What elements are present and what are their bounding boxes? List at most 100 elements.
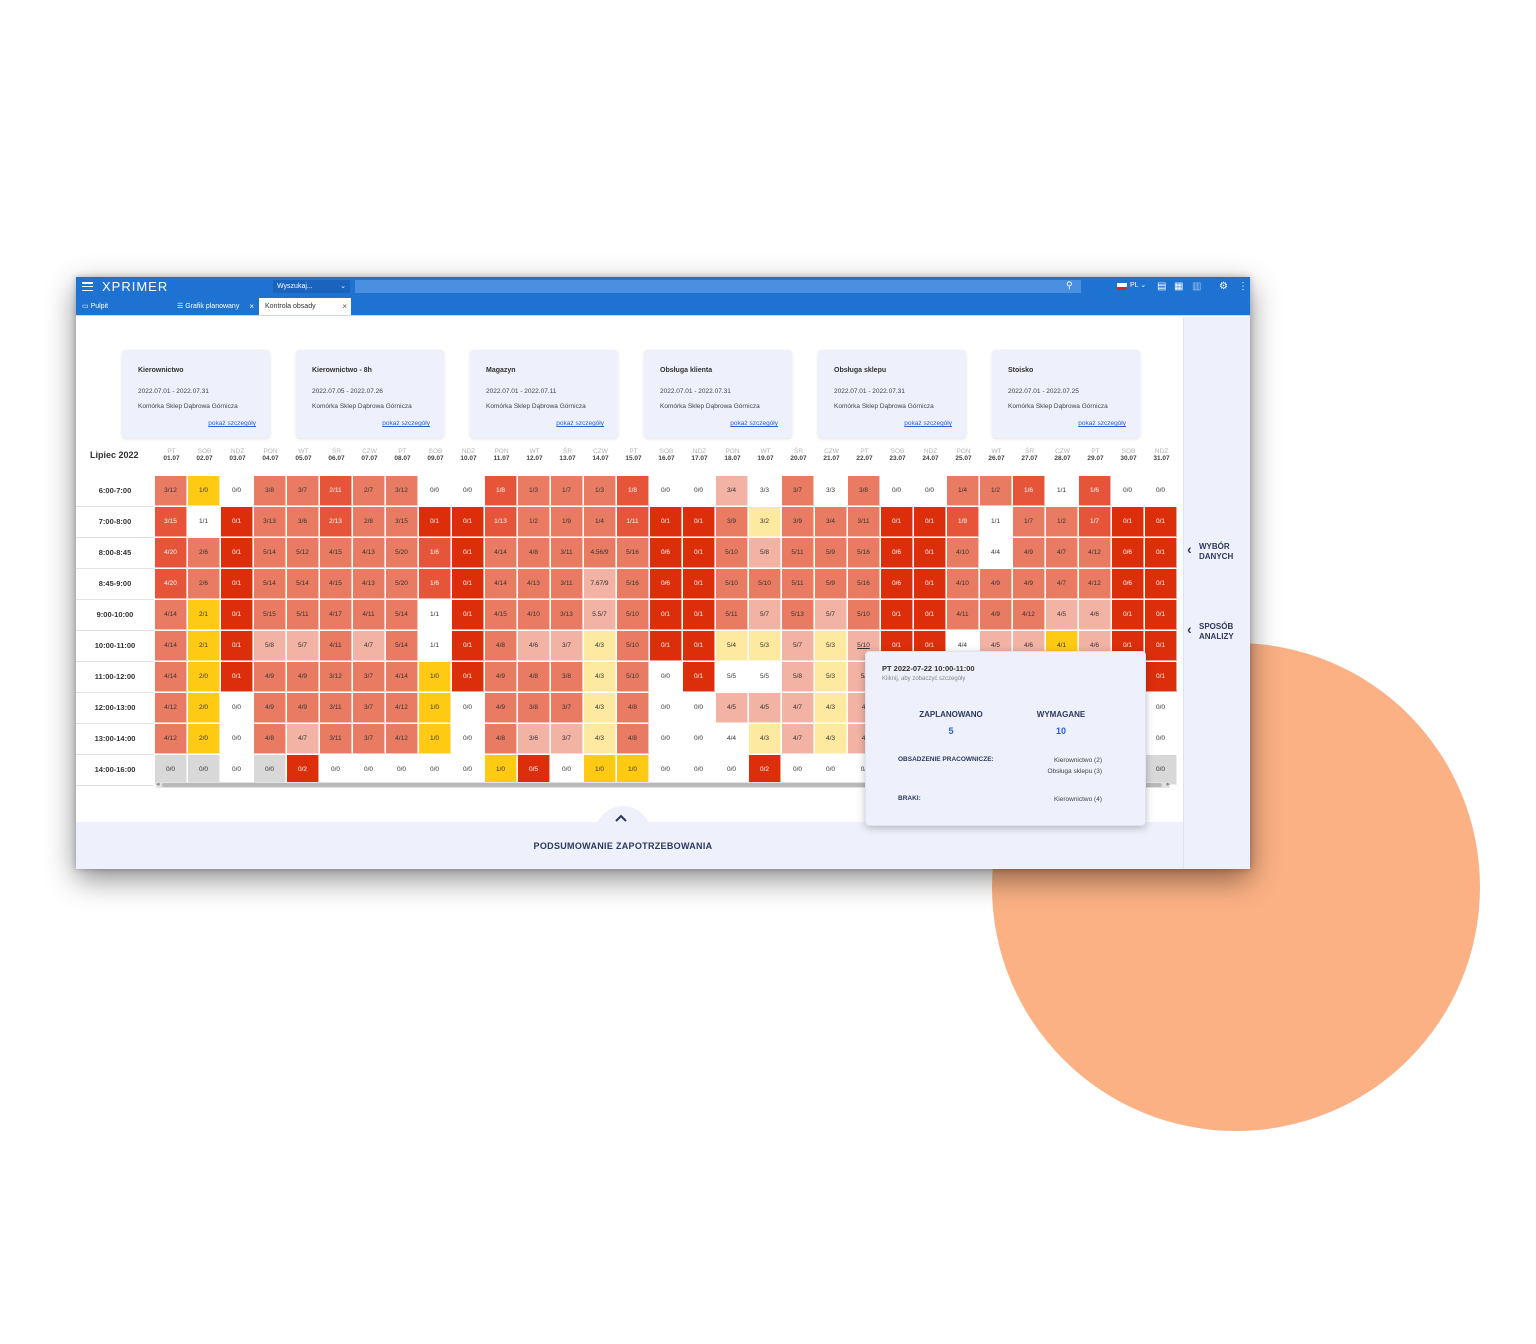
staffing-cell[interactable]: 0/1 — [221, 538, 253, 568]
staffing-cell[interactable]: 4/12 — [1079, 538, 1111, 568]
staffing-cell[interactable]: 2/8 — [353, 507, 385, 537]
staffing-cell[interactable]: 0/1 — [1145, 569, 1177, 599]
staffing-cell[interactable]: 0/1 — [452, 631, 484, 661]
staffing-cell[interactable]: 4/13 — [518, 569, 550, 599]
search-input[interactable] — [355, 280, 1081, 293]
staffing-cell[interactable]: 4/3 — [584, 724, 616, 754]
staffing-cell[interactable]: 0/1 — [221, 569, 253, 599]
staffing-cell[interactable]: 5/13 — [782, 600, 814, 630]
staffing-cell[interactable]: 4/15 — [320, 569, 352, 599]
staffing-cell[interactable]: 3/11 — [848, 507, 880, 537]
staffing-cell[interactable]: 3/7 — [353, 693, 385, 723]
staffing-cell[interactable]: 0/1 — [1145, 600, 1177, 630]
staffing-cell[interactable]: 4/10 — [947, 569, 979, 599]
staffing-cell[interactable]: 4/13 — [353, 538, 385, 568]
staffing-cell[interactable]: 4/7 — [287, 724, 319, 754]
staffing-cell[interactable]: 0/0 — [683, 476, 715, 506]
summary-label[interactable]: PODSUMOWANIE ZAPOTRZEBOWANIA — [76, 841, 1170, 851]
staffing-cell[interactable]: 0/6 — [1112, 538, 1144, 568]
staffing-cell[interactable]: 5/11 — [782, 538, 814, 568]
staffing-cell[interactable]: 4/17 — [320, 600, 352, 630]
staffing-cell[interactable]: 4/7 — [1046, 538, 1078, 568]
staffing-cell[interactable]: 0/2 — [287, 755, 319, 785]
staffing-cell[interactable]: 4/9 — [254, 662, 286, 692]
staffing-cell[interactable]: 3/11 — [320, 693, 352, 723]
staffing-cell[interactable]: 0/0 — [914, 476, 946, 506]
staffing-cell[interactable]: 4/10 — [518, 600, 550, 630]
staffing-cell[interactable]: 4/4 — [716, 724, 748, 754]
staffing-cell[interactable]: 4/14 — [386, 662, 418, 692]
staffing-cell[interactable]: 5/5 — [716, 662, 748, 692]
staffing-cell[interactable]: 3/6 — [518, 724, 550, 754]
staffing-cell[interactable]: 0/1 — [683, 569, 715, 599]
staffing-cell[interactable]: 4/3 — [584, 631, 616, 661]
staffing-cell[interactable]: 1/4 — [947, 476, 979, 506]
staffing-cell[interactable]: 0/0 — [188, 755, 220, 785]
staffing-cell[interactable]: 3/7 — [551, 631, 583, 661]
staffing-cell[interactable]: 4/3 — [584, 693, 616, 723]
staffing-cell[interactable]: 4/7 — [782, 724, 814, 754]
staffing-cell[interactable]: 5/15 — [254, 600, 286, 630]
staffing-cell[interactable]: 3/4 — [716, 476, 748, 506]
staffing-cell[interactable]: 5/10 — [848, 600, 880, 630]
staffing-cell[interactable]: 0/1 — [452, 507, 484, 537]
staffing-cell[interactable]: 1/11 — [617, 507, 649, 537]
report-icon[interactable]: ▥ — [1192, 280, 1201, 293]
staffing-cell[interactable]: 4/8 — [254, 724, 286, 754]
staffing-cell[interactable]: 1/0 — [584, 755, 616, 785]
staffing-cell[interactable]: 5/20 — [386, 569, 418, 599]
staffing-cell[interactable]: 0/0 — [650, 662, 682, 692]
staffing-cell[interactable]: 0/1 — [914, 507, 946, 537]
staffing-cell[interactable]: 5/8 — [782, 662, 814, 692]
staffing-cell[interactable]: 0/1 — [221, 507, 253, 537]
staffing-cell[interactable]: 0/1 — [419, 507, 451, 537]
staffing-cell[interactable]: 3/6 — [287, 507, 319, 537]
staffing-cell[interactable]: 0/1 — [452, 569, 484, 599]
staffing-cell[interactable]: 0/5 — [518, 755, 550, 785]
analysis-mode-button[interactable]: ‹ SPOSÓB ANALIZY — [1187, 622, 1250, 642]
staffing-cell[interactable]: 0/1 — [881, 600, 913, 630]
staffing-cell[interactable]: 1/1 — [419, 631, 451, 661]
staffing-cell[interactable]: 3/7 — [551, 693, 583, 723]
staffing-cell[interactable]: 1/1 — [1046, 476, 1078, 506]
tab-pulpit[interactable]: ▭ Pulpit — [76, 298, 171, 315]
staffing-cell[interactable]: 0/1 — [683, 662, 715, 692]
staffing-cell[interactable]: 5/8 — [749, 538, 781, 568]
staffing-cell[interactable]: 4/15 — [320, 538, 352, 568]
staffing-cell[interactable]: 1/1 — [980, 507, 1012, 537]
staffing-cell[interactable]: 0/1 — [1112, 600, 1144, 630]
staffing-cell[interactable]: 5/8 — [254, 631, 286, 661]
staffing-cell[interactable]: 4/3 — [815, 693, 847, 723]
staffing-cell[interactable]: 1/0 — [419, 662, 451, 692]
details-link[interactable]: pokaż szczegóły — [730, 420, 778, 427]
staffing-cell[interactable]: 0/0 — [221, 755, 253, 785]
staffing-cell[interactable]: 4/7 — [782, 693, 814, 723]
staffing-cell[interactable]: 4/15 — [485, 600, 517, 630]
staffing-cell[interactable]: 0/0 — [683, 693, 715, 723]
staffing-cell[interactable]: 1/9 — [947, 507, 979, 537]
details-link[interactable]: pokaż szczegóły — [208, 420, 256, 427]
staffing-cell[interactable]: 0/1 — [683, 631, 715, 661]
staffing-cell[interactable]: 1/6 — [419, 569, 451, 599]
close-icon[interactable]: × — [342, 298, 347, 315]
staffing-cell[interactable]: 3/8 — [551, 662, 583, 692]
staffing-cell[interactable]: 0/1 — [1145, 538, 1177, 568]
staffing-cell[interactable]: 0/1 — [452, 662, 484, 692]
staffing-cell[interactable]: 4/3 — [815, 724, 847, 754]
scroll-left-icon[interactable]: ◂ — [156, 780, 160, 788]
staffing-cell[interactable]: 0/0 — [353, 755, 385, 785]
staffing-cell[interactable]: 0/1 — [650, 507, 682, 537]
staffing-cell[interactable]: 4/8 — [617, 724, 649, 754]
staffing-cell[interactable]: 5/7 — [287, 631, 319, 661]
staffing-cell[interactable]: 1/1 — [188, 507, 220, 537]
staffing-cell[interactable]: 0/0 — [815, 755, 847, 785]
staffing-cell[interactable]: 4/12 — [155, 724, 187, 754]
staffing-cell[interactable]: 0/1 — [1145, 631, 1177, 661]
staffing-cell[interactable]: 0/1 — [914, 538, 946, 568]
staffing-cell[interactable]: 3/9 — [716, 507, 748, 537]
close-icon[interactable]: × — [249, 298, 254, 315]
chevron-up-icon[interactable] — [613, 810, 629, 826]
staffing-cell[interactable]: 1/2 — [518, 507, 550, 537]
staffing-cell[interactable]: 0/1 — [683, 538, 715, 568]
staffing-cell[interactable]: 0/6 — [650, 538, 682, 568]
